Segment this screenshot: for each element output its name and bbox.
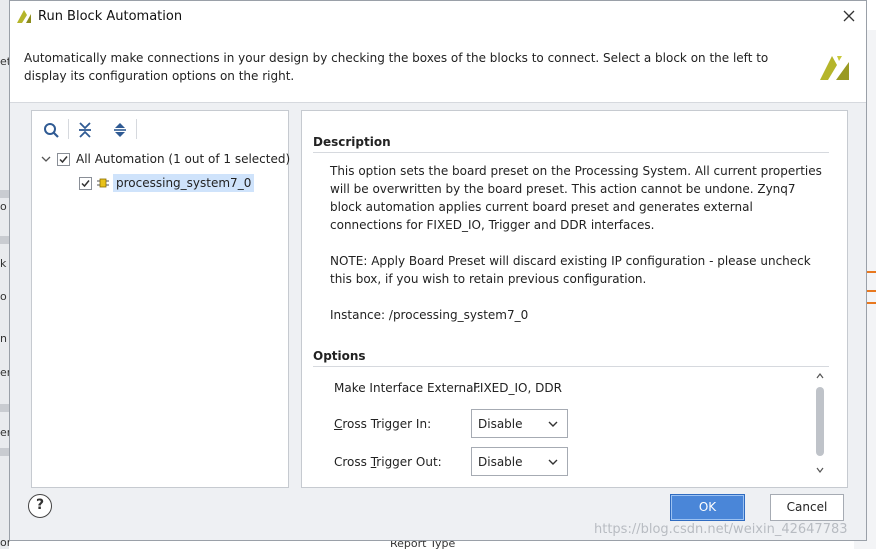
- label-text: Cross: [334, 455, 371, 469]
- watermark-text: https://blog.csdn.net/weixin_42647783: [594, 522, 848, 537]
- section-divider: [313, 366, 829, 367]
- search-icon[interactable]: [40, 119, 62, 141]
- tree-toolbar: [32, 111, 288, 147]
- tree-item-all-automation[interactable]: All Automation (1 out of 1 selected): [40, 149, 290, 169]
- collapse-all-icon[interactable]: [74, 119, 96, 141]
- cross-trigger-out-select[interactable]: Disable: [471, 447, 568, 476]
- checkmark-icon: [81, 179, 90, 187]
- block-tree: All Automation (1 out of 1 selected) pro…: [32, 147, 290, 487]
- ip-block-icon: [97, 178, 109, 188]
- ok-button[interactable]: OK: [670, 494, 745, 521]
- xilinx-logo-icon: [820, 56, 849, 80]
- label-text: ross Trigger In:: [342, 417, 432, 431]
- scroll-up-icon[interactable]: [815, 371, 825, 381]
- background-text: n: [0, 332, 7, 345]
- tree-item-label: processing_system7_0: [113, 174, 255, 192]
- scrollbar-thumb[interactable]: [816, 387, 824, 456]
- all-automation-checkbox[interactable]: [57, 152, 70, 166]
- cross-trigger-out-label: Cross Trigger Out:: [334, 455, 442, 469]
- options-title: Options: [313, 349, 366, 363]
- make-interface-external-label: Make Interface External:: [334, 381, 481, 395]
- background-text: k: [0, 257, 7, 270]
- block-tree-panel: All Automation (1 out of 1 selected) pro…: [31, 110, 290, 488]
- chevron-down-icon[interactable]: [40, 153, 52, 165]
- background-divider: [0, 190, 9, 198]
- run-block-automation-dialog: Run Block Automation Automatically make …: [9, 0, 867, 541]
- cross-trigger-in-select[interactable]: Disable: [471, 409, 568, 438]
- dialog-title: Run Block Automation: [38, 9, 183, 24]
- section-divider: [313, 152, 829, 153]
- cross-trigger-in-label: Cross Trigger In:: [334, 417, 431, 431]
- background-divider: [0, 236, 9, 244]
- expand-all-icon[interactable]: [109, 119, 131, 141]
- make-interface-external-value: FIXED_IO, DDR: [473, 381, 562, 395]
- close-icon: [843, 10, 855, 22]
- cancel-button[interactable]: Cancel: [770, 494, 844, 521]
- close-button[interactable]: [838, 5, 860, 27]
- chevron-down-icon: [548, 459, 558, 465]
- select-value: Disable: [478, 417, 523, 431]
- xilinx-logo-icon: [17, 10, 31, 23]
- description-title: Description: [313, 135, 391, 149]
- background-text: o: [0, 200, 7, 213]
- background-text: o: [0, 290, 7, 303]
- background-divider: [0, 448, 9, 456]
- configuration-panel: Description This option sets the board p…: [301, 110, 848, 488]
- processing-system-checkbox[interactable]: [79, 176, 92, 190]
- scroll-down-icon[interactable]: [815, 465, 825, 475]
- tree-item-processing-system[interactable]: processing_system7_0: [74, 173, 255, 193]
- header-description: Automatically make connections in your d…: [24, 51, 769, 83]
- dialog-header: Automatically make connections in your d…: [10, 32, 866, 103]
- toolbar-divider: [68, 119, 69, 139]
- toolbar-divider: [136, 119, 137, 139]
- help-button[interactable]: ?: [28, 494, 52, 518]
- chevron-down-icon: [548, 421, 558, 427]
- background-divider: [0, 404, 9, 412]
- options-scrollbar[interactable]: [814, 369, 826, 477]
- description-note: NOTE: Apply Board Preset will discard ex…: [330, 254, 811, 286]
- tree-item-label: All Automation (1 out of 1 selected): [76, 152, 291, 166]
- label-text: rigger Out:: [376, 455, 442, 469]
- description-instance: Instance: /processing_system7_0: [330, 308, 529, 322]
- description-paragraph: This option sets the board preset on the…: [330, 164, 822, 232]
- title-bar: Run Block Automation: [10, 1, 866, 32]
- select-value: Disable: [478, 455, 523, 469]
- background-app-left: et o k o n er er or: [0, 0, 11, 549]
- checkmark-icon: [59, 155, 68, 163]
